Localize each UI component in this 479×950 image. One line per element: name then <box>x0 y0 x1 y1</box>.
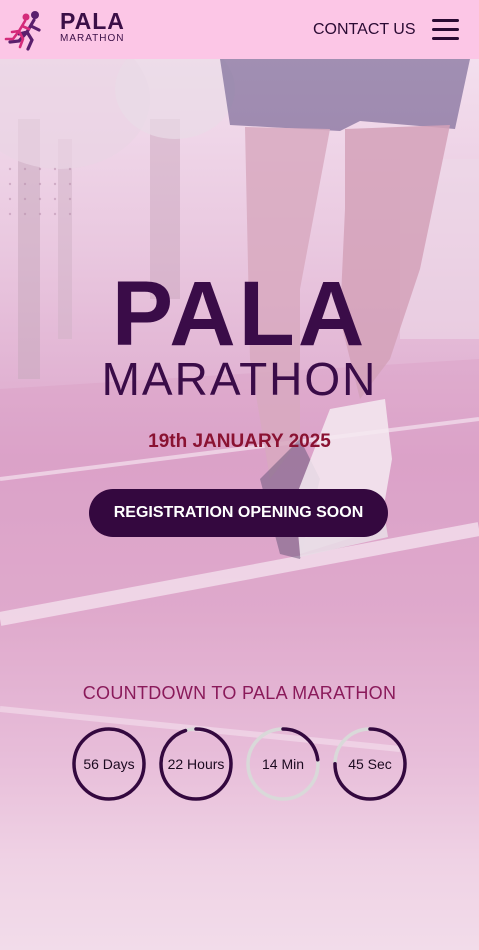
hero-section: PALA MARATHON 19th JANUARY 2025 REGISTRA… <box>0 59 479 950</box>
countdown-days: 56 Days <box>71 726 147 802</box>
countdown-minutes: 14 Min <box>245 726 321 802</box>
event-date: 19th JANUARY 2025 <box>148 431 331 452</box>
site-header: PALA MARATHON CONTACT US <box>0 0 479 59</box>
logo-title[interactable]: PALA <box>60 9 125 33</box>
logo-subtitle: MARATHON <box>60 33 125 44</box>
countdown-title: COUNTDOWN TO PALA MARATHON <box>82 683 397 703</box>
registration-button[interactable]: REGISTRATION OPENING SOON <box>89 489 388 537</box>
contact-us-link[interactable]: CONTACT US <box>313 21 416 39</box>
seconds-label: 45 Sec <box>348 756 392 772</box>
countdown-seconds: 45 Sec <box>332 726 408 802</box>
hero-title: PALA <box>111 263 368 365</box>
page: PALA MARATHON CONTACT US PALA MARATHON 1… <box>0 0 479 950</box>
hamburger-menu-icon[interactable] <box>432 19 460 41</box>
runner-logo-icon[interactable] <box>4 8 50 52</box>
hero-subtitle: MARATHON <box>101 353 378 405</box>
countdown-hours: 22 Hours <box>158 726 234 802</box>
minutes-label: 14 Min <box>261 756 305 772</box>
days-label: 56 Days <box>83 756 135 772</box>
hours-label: 22 Hours <box>167 756 225 772</box>
